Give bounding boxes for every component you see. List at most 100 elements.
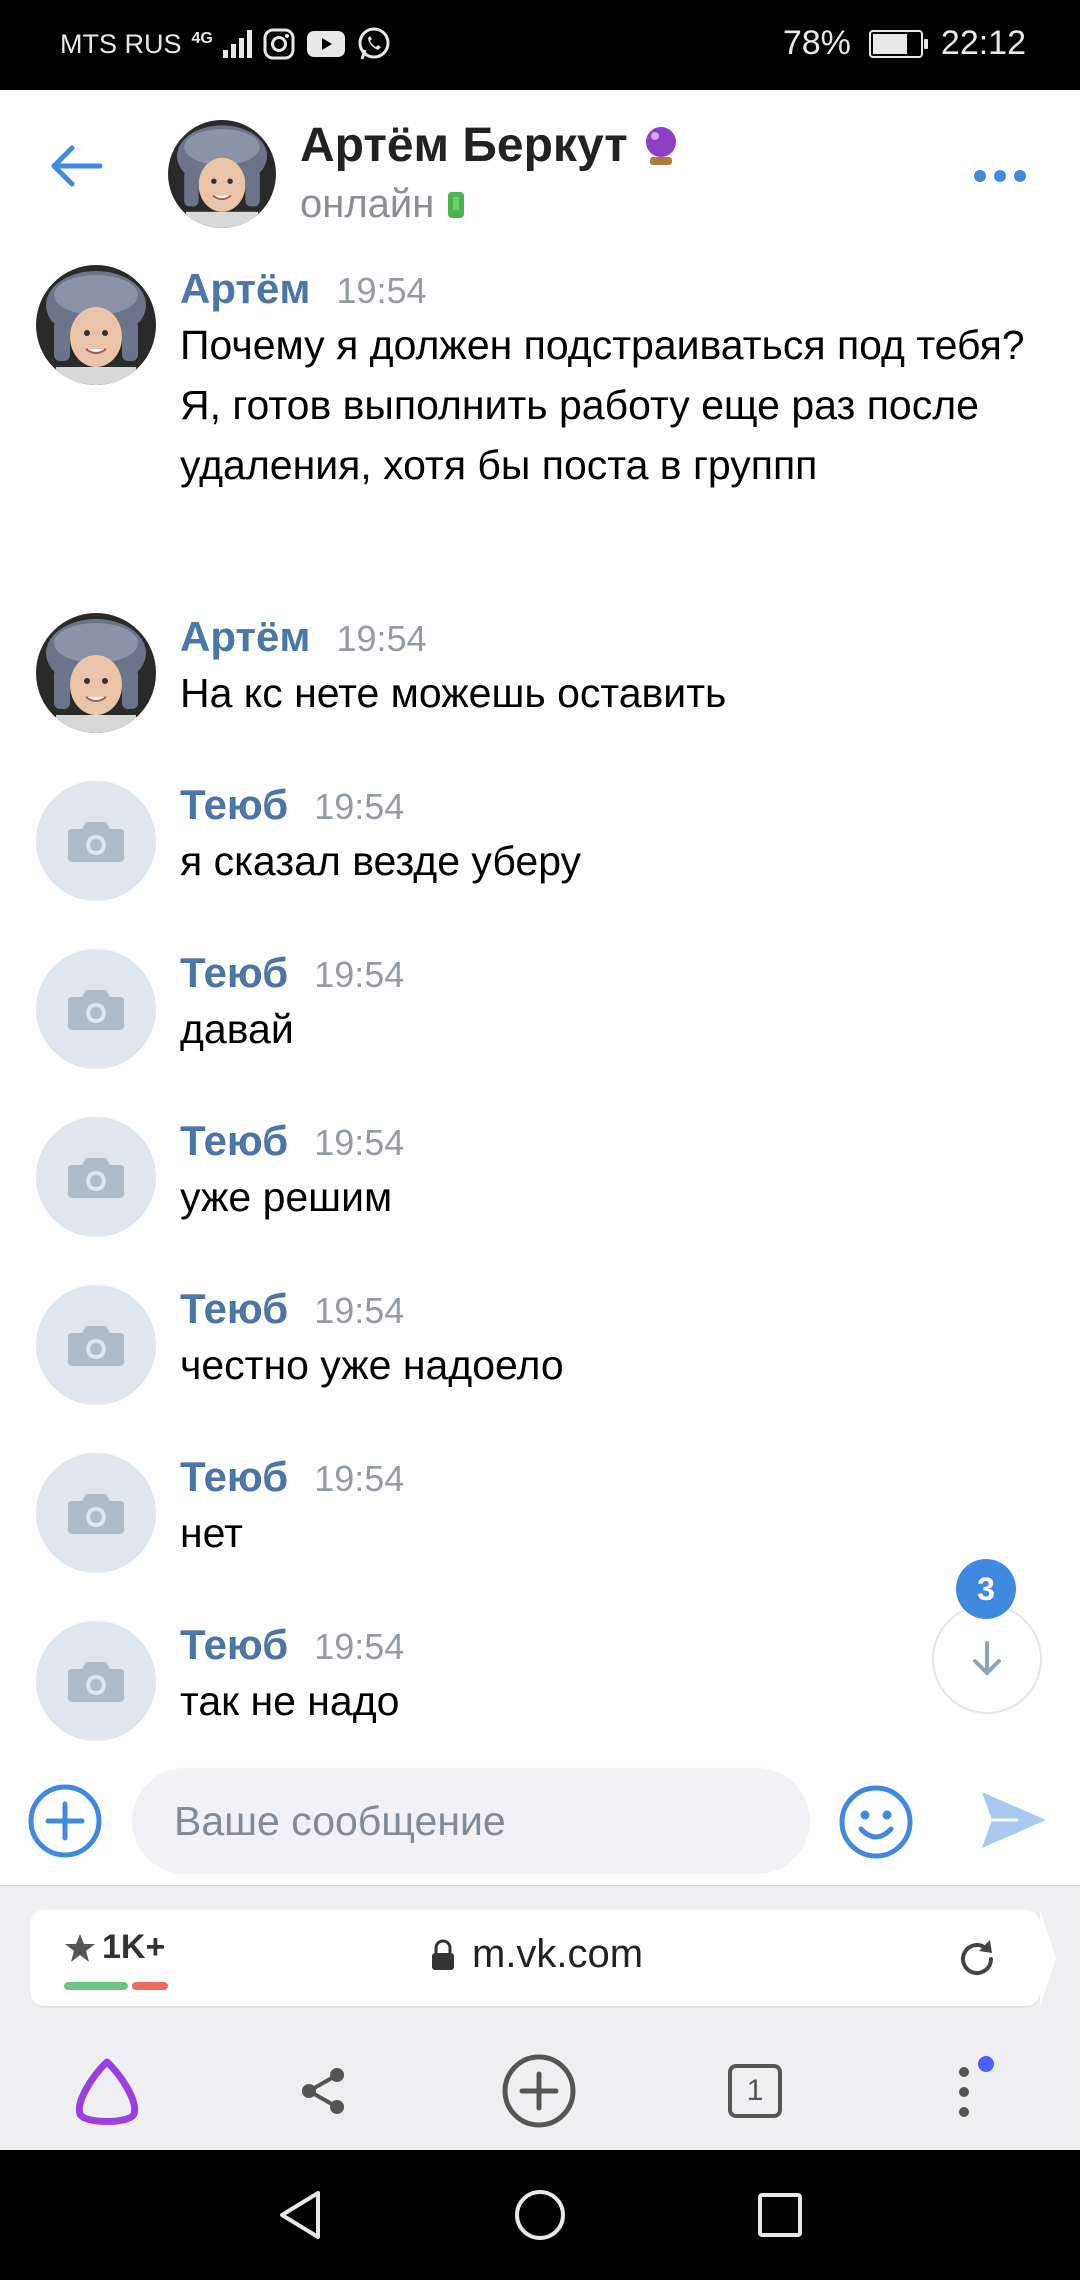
unread-badge: 3 <box>956 1559 1016 1619</box>
message-header: Теюб 19:54 <box>180 781 404 829</box>
signal-icon <box>222 30 252 58</box>
tabs-button[interactable]: 1 <box>710 2046 800 2136</box>
sender-name[interactable]: Артём <box>180 613 310 660</box>
message-header: Теюб 19:54 <box>180 1453 404 1501</box>
star-icon <box>65 1933 95 1962</box>
site-rating[interactable]: 1K+ <box>64 1928 165 1967</box>
sender-name[interactable]: Артём <box>180 265 310 312</box>
instagram-icon <box>263 28 295 60</box>
camera-icon <box>68 1158 124 1198</box>
back-arrow-icon[interactable] <box>44 136 110 196</box>
arrow-down-icon <box>973 1641 1001 1675</box>
message-header: Теюб 19:54 <box>180 1621 404 1669</box>
sender-name[interactable]: Теюб <box>180 949 288 996</box>
chat-header: Артём Беркут онлайн <box>0 90 1080 240</box>
camera-icon <box>68 990 124 1030</box>
crystal-ball-icon <box>645 126 676 165</box>
message-text: я сказал везде уберу <box>180 838 582 884</box>
sender-name[interactable]: Теюб <box>180 1117 288 1164</box>
message-text: уже решим <box>180 1174 393 1220</box>
message-text: На кс нете можешь оставить <box>180 670 727 716</box>
carrier-label: MTS RUS <box>60 28 182 59</box>
clock: 22:12 <box>940 24 1026 62</box>
avatar[interactable] <box>36 1621 156 1741</box>
sender-name[interactable]: Теюб <box>180 1285 288 1332</box>
status-left: MTS RUS 4G <box>60 26 392 62</box>
status-right: 78% 22:12 <box>783 24 1026 63</box>
message-time: 19:54 <box>336 618 427 659</box>
sender-name[interactable]: Теюб <box>180 781 288 828</box>
avatar[interactable] <box>36 1117 156 1237</box>
camera-icon <box>68 1494 124 1534</box>
new-tab-button[interactable] <box>494 2046 584 2136</box>
avatar[interactable] <box>36 1453 156 1573</box>
message-text: давай <box>180 1006 294 1052</box>
online-label: онлайн <box>300 182 435 226</box>
avatar[interactable] <box>36 1285 156 1405</box>
message-header: Теюб 19:54 <box>180 1285 404 1333</box>
nav-recents-button[interactable] <box>747 2182 813 2248</box>
message-input[interactable] <box>132 1768 810 1874</box>
user-photo-icon <box>36 613 156 733</box>
message-text: так не надо <box>180 1678 400 1724</box>
address-bar[interactable]: 1K+ m.vk.com <box>30 1910 1056 2006</box>
avatar[interactable] <box>36 613 156 733</box>
alice-button[interactable] <box>62 2046 152 2136</box>
user-photo-icon <box>36 265 156 385</box>
message-time: 19:54 <box>314 1458 405 1499</box>
whatsapp-icon <box>358 27 390 60</box>
message-header: Теюб 19:54 <box>180 1117 404 1165</box>
message-composer <box>0 1760 1080 1880</box>
camera-icon <box>68 1662 124 1702</box>
plus-circle-icon <box>502 2054 576 2128</box>
system-nav-bar <box>0 2150 1080 2280</box>
share-button[interactable] <box>278 2046 368 2136</box>
avatar[interactable] <box>36 949 156 1069</box>
message-text: Почему я должен подстраиваться под тебя?… <box>180 322 1025 488</box>
message-header: Теюб 19:54 <box>180 949 404 997</box>
emoji-icon[interactable] <box>836 1782 916 1862</box>
avatar[interactable] <box>168 120 276 228</box>
camera-icon <box>68 822 124 862</box>
nav-back-button[interactable] <box>267 2182 333 2248</box>
message-text: честно уже надоело <box>180 1342 564 1388</box>
url-text: m.vk.com <box>472 1932 644 1976</box>
avatar[interactable] <box>36 781 156 901</box>
circle-home-icon <box>515 2190 565 2240</box>
avatar[interactable] <box>36 265 156 385</box>
browser-nav: 1 <box>0 2036 1080 2146</box>
rating-value: 1K+ <box>102 1928 166 1966</box>
message-time: 19:54 <box>314 954 405 995</box>
share-icon <box>302 2068 344 2114</box>
tabs-count: 1 <box>746 2074 764 2107</box>
page-title[interactable]: Артём Беркут <box>300 118 680 173</box>
message-time: 19:54 <box>314 1122 405 1163</box>
rating-bars <box>64 1982 168 1990</box>
send-icon[interactable] <box>978 1784 1050 1856</box>
nav-home-button[interactable] <box>507 2182 573 2248</box>
user-photo-icon <box>168 120 276 228</box>
lock-icon <box>432 1939 454 1970</box>
scroll-down-button[interactable] <box>932 1604 1042 1714</box>
network-type: 4G <box>191 30 213 47</box>
attach-plus-icon[interactable] <box>26 1782 104 1860</box>
alice-icon <box>75 2058 139 2125</box>
message-time: 19:54 <box>336 270 427 311</box>
mobile-online-icon <box>448 191 465 218</box>
more-options-icon[interactable] <box>974 170 1026 182</box>
message-time: 19:54 <box>314 1626 405 1667</box>
url-display[interactable]: m.vk.com <box>430 1932 643 1977</box>
sender-name[interactable]: Теюб <box>180 1453 288 1500</box>
reload-icon[interactable] <box>954 1936 1000 1982</box>
triangle-back-icon <box>280 2191 320 2239</box>
tabs-count-icon: 1 <box>728 2064 782 2118</box>
message-time: 19:54 <box>314 1290 405 1331</box>
browser-menu-button[interactable] <box>926 2046 1016 2136</box>
battery-percent: 78% <box>782 24 851 62</box>
message-header: Артём 19:54 <box>180 613 427 661</box>
vertical-dots-icon <box>959 2056 994 2117</box>
square-recents-icon <box>758 2193 802 2237</box>
sender-name[interactable]: Теюб <box>180 1621 288 1668</box>
message-header: Артём 19:54 <box>180 265 427 313</box>
battery-icon <box>868 29 928 58</box>
